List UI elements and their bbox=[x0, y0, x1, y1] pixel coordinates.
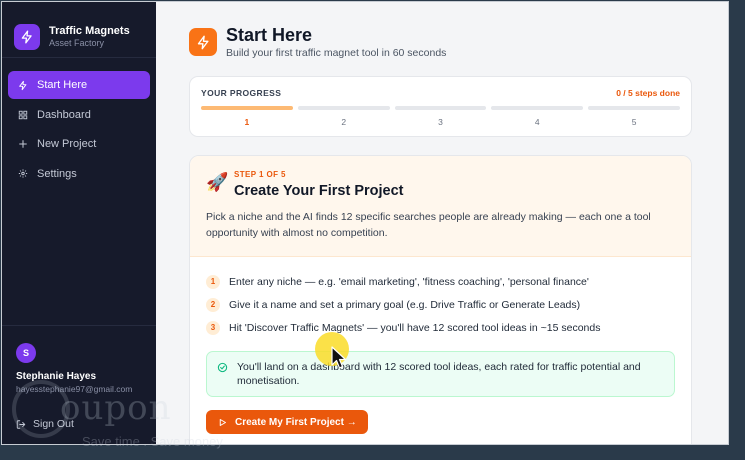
sidebar-nav: Start Here Dashboard New Project Setting… bbox=[2, 58, 156, 188]
progress-step-number: 1 bbox=[244, 117, 250, 127]
sidebar-item-start-here[interactable]: Start Here bbox=[8, 71, 150, 99]
bolt-icon bbox=[18, 80, 28, 90]
notice-text: You'll land on a dashboard with 12 score… bbox=[237, 361, 641, 387]
check-circle-icon bbox=[217, 362, 228, 373]
list-item-text: Hit 'Discover Traffic Magnets' — you'll … bbox=[229, 321, 601, 334]
progress-step-number: 3 bbox=[438, 117, 443, 127]
grid-icon bbox=[18, 110, 28, 120]
sidebar-item-new-project[interactable]: New Project bbox=[8, 130, 150, 158]
plus-icon bbox=[18, 139, 28, 149]
watermark-subtext: Save time . Save money bbox=[82, 434, 223, 449]
app-window: Traffic Magnets Asset Factory Start Here… bbox=[1, 1, 729, 445]
sidebar-item-settings[interactable]: Settings bbox=[8, 160, 150, 188]
step-kicker: STEP 1 OF 5 bbox=[234, 170, 286, 179]
success-notice: You'll land on a dashboard with 12 score… bbox=[206, 351, 675, 397]
sidebar-item-label: New Project bbox=[37, 138, 97, 150]
progress-count: 0 / 5 steps done bbox=[616, 88, 680, 98]
progress-step-number: 5 bbox=[631, 117, 637, 127]
step-number-badge: 1 bbox=[206, 274, 220, 289]
page-header: Start Here Build your first traffic magn… bbox=[189, 25, 692, 59]
step-number-badge: 3 bbox=[206, 320, 220, 335]
avatar[interactable]: S bbox=[16, 343, 36, 363]
step-card: 🚀 STEP 1 OF 5 Create Your First Project … bbox=[189, 155, 692, 444]
step-description: Pick a niche and the AI finds 12 specifi… bbox=[206, 211, 651, 239]
create-first-project-button[interactable]: Create My First Project → bbox=[206, 410, 368, 434]
rocket-icon: 🚀 bbox=[206, 172, 229, 192]
watermark-text: oupon bbox=[60, 388, 172, 428]
step-instructions: 1 Enter any niche — e.g. 'email marketin… bbox=[190, 257, 691, 339]
bolt-icon bbox=[14, 23, 40, 50]
list-item-text: Enter any niche — e.g. 'email marketing'… bbox=[229, 275, 589, 288]
step-number-badge: 2 bbox=[206, 297, 220, 312]
page-subtitle: Build your first traffic magnet tool in … bbox=[226, 47, 447, 59]
progress-bar bbox=[491, 106, 584, 110]
step-header: 🚀 STEP 1 OF 5 Create Your First Project … bbox=[190, 156, 691, 257]
play-icon bbox=[217, 417, 227, 427]
page-title: Start Here bbox=[226, 25, 313, 45]
sidebar: Traffic Magnets Asset Factory Start Here… bbox=[2, 2, 156, 444]
step-title: Create Your First Project bbox=[234, 183, 404, 199]
gear-icon bbox=[18, 169, 28, 179]
list-item-text: Give it a name and set a primary goal (e… bbox=[229, 298, 581, 311]
mouse-cursor-icon bbox=[331, 346, 347, 375]
progress-label: YOUR PROGRESS bbox=[201, 88, 282, 98]
progress-step-1[interactable]: 1 bbox=[201, 106, 293, 127]
brand-title: Traffic Magnets bbox=[49, 24, 130, 37]
brand[interactable]: Traffic Magnets Asset Factory bbox=[2, 2, 156, 58]
sidebar-item-label: Dashboard bbox=[37, 108, 91, 121]
progress-steps: 1 2 3 4 5 bbox=[201, 106, 680, 127]
progress-step-3[interactable]: 3 bbox=[394, 106, 487, 127]
bolt-icon bbox=[189, 28, 217, 56]
brand-subtitle: Asset Factory bbox=[49, 37, 105, 48]
progress-step-number: 4 bbox=[534, 117, 540, 127]
progress-card: YOUR PROGRESS 0 / 5 steps done 1 2 3 4 5 bbox=[189, 76, 692, 137]
list-item: 2 Give it a name and set a primary goal … bbox=[206, 293, 675, 316]
sidebar-item-label: Settings bbox=[37, 167, 77, 180]
sidebar-item-label: Start Here bbox=[37, 79, 88, 91]
cta-label: Create My First Project → bbox=[235, 416, 357, 428]
progress-bar bbox=[297, 106, 390, 110]
progress-step-2[interactable]: 2 bbox=[297, 106, 390, 127]
progress-bar bbox=[201, 106, 293, 110]
list-item: 3 Hit 'Discover Traffic Magnets' — you'l… bbox=[206, 316, 675, 339]
list-item: 1 Enter any niche — e.g. 'email marketin… bbox=[206, 270, 675, 293]
sidebar-item-dashboard[interactable]: Dashboard bbox=[8, 101, 150, 129]
progress-step-4[interactable]: 4 bbox=[491, 106, 584, 127]
progress-step-number: 2 bbox=[341, 117, 347, 127]
progress-bar bbox=[394, 106, 487, 110]
main-content: Start Here Build your first traffic magn… bbox=[156, 2, 728, 444]
progress-step-5[interactable]: 5 bbox=[588, 106, 680, 127]
progress-bar bbox=[588, 106, 680, 110]
